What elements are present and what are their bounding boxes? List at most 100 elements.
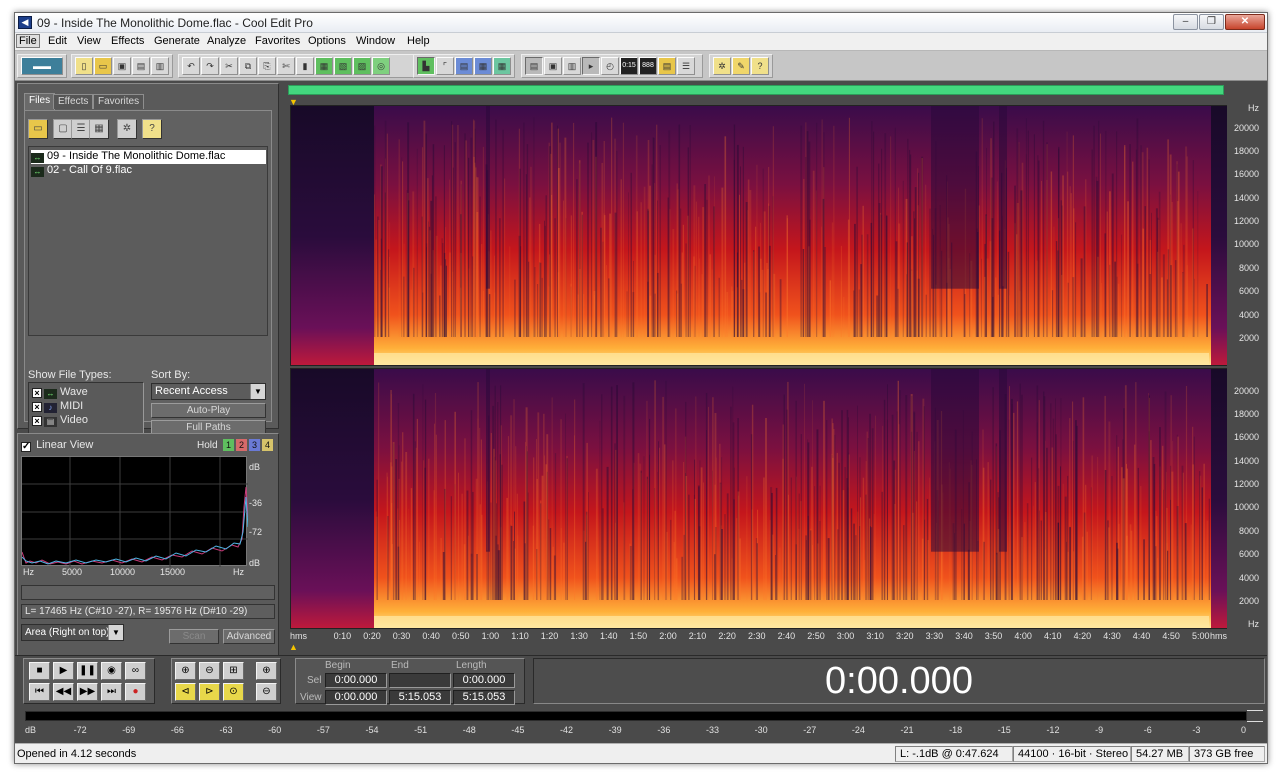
advanced-button[interactable]: Advanced — [223, 629, 275, 644]
zoom-left-icon[interactable]: ⊲ — [175, 683, 196, 701]
linear-view-checkbox[interactable]: ✓ — [21, 442, 31, 452]
mark-icon[interactable]: 888 — [639, 57, 657, 75]
file-item[interactable]: ↔ 09 - Inside The Monolithic Dome.flac — [31, 150, 266, 164]
tab-favorites[interactable]: Favorites — [93, 94, 145, 109]
menu-analyze[interactable]: Analyze — [204, 35, 249, 47]
close-file-icon[interactable]: ▢ — [53, 119, 73, 139]
menu-effects[interactable]: Effects — [108, 35, 147, 47]
time-display-icon[interactable]: ◴ — [601, 57, 619, 75]
video-checkbox[interactable]: × — [32, 416, 42, 426]
effects-icon[interactable]: ✲ — [713, 57, 731, 75]
hold-button-2[interactable]: 2 — [236, 439, 247, 451]
play-to-end-button[interactable]: ◉ — [101, 662, 122, 680]
fast-forward-button[interactable]: ▶▶ — [77, 683, 98, 701]
copy-icon[interactable]: ⧉ — [239, 57, 257, 75]
hold-button-1[interactable]: 1 — [223, 439, 234, 451]
edit-right-icon[interactable]: ▤ — [455, 57, 473, 75]
new-file-icon[interactable]: ▯ — [75, 57, 93, 75]
zoom-full-icon[interactable]: ⊞ — [223, 662, 244, 680]
sel-begin-field[interactable]: 0:00.000 — [325, 673, 387, 688]
spectral-view-icon[interactable]: ▙ — [417, 57, 435, 75]
sync-icon[interactable]: ◎ — [372, 57, 390, 75]
file-item[interactable]: ↔ 02 - Call Of 9.flac — [31, 164, 266, 178]
view-begin-field[interactable]: 0:00.000 — [325, 690, 387, 705]
save-icon[interactable]: ▣ — [113, 57, 131, 75]
edit-file-icon[interactable]: ▦ — [89, 119, 109, 139]
midi-checkbox[interactable]: × — [32, 402, 42, 412]
analysis-scrollbar[interactable] — [21, 585, 275, 600]
save-selection-icon[interactable]: ▥ — [151, 57, 169, 75]
zoom-out-vertical-icon[interactable]: ⊖ — [256, 683, 277, 701]
pause-button[interactable]: ❚❚ — [77, 662, 98, 680]
view-length-field[interactable]: 5:15.053 — [453, 690, 515, 705]
menu-options[interactable]: Options — [305, 35, 349, 47]
menu-file[interactable]: File — [16, 34, 40, 48]
repeat-icon[interactable]: ✂ — [220, 57, 238, 75]
sel-length-field[interactable]: 0:00.000 — [453, 673, 515, 688]
play-list-icon[interactable]: ▣ — [544, 57, 562, 75]
maximize-button[interactable]: ❐ — [1199, 14, 1224, 30]
type-video-row[interactable]: × ▤ Video — [32, 414, 88, 427]
snap-icon[interactable]: ▥ — [563, 57, 581, 75]
edit-both-icon[interactable]: ▦ — [474, 57, 492, 75]
options-icon[interactable]: ✎ — [732, 57, 750, 75]
open-file-icon[interactable]: ▭ — [94, 57, 112, 75]
app-icon[interactable]: ◀ — [18, 16, 32, 29]
undo-icon[interactable]: ↶ — [182, 57, 200, 75]
minimize-button[interactable]: – — [1173, 14, 1198, 30]
zoom-in-vertical-icon[interactable]: ⊕ — [256, 662, 277, 680]
zoom-in-icon[interactable]: ⊕ — [175, 662, 196, 680]
spectral-channel-right[interactable] — [290, 368, 1228, 629]
edit-left-icon[interactable]: ⌜ — [436, 57, 454, 75]
zoom-icon[interactable]: ▸ — [582, 57, 600, 75]
auto-play-button[interactable]: Auto-Play — [151, 403, 266, 418]
stop-button[interactable]: ■ — [29, 662, 50, 680]
redo-icon[interactable]: ↷ — [201, 57, 219, 75]
wave-checkbox[interactable]: × — [32, 388, 42, 398]
tab-files[interactable]: Files — [24, 93, 56, 110]
area-select[interactable]: Area (Right on top) ▼ — [21, 624, 124, 641]
cut-icon[interactable]: ✄ — [277, 57, 295, 75]
menu-help[interactable]: Help — [404, 35, 433, 47]
go-to-start-button[interactable]: ⏮ — [29, 683, 50, 701]
setup-icon[interactable]: ☰ — [677, 57, 695, 75]
multitrack-toggle-icon[interactable]: ▬▬ — [21, 57, 63, 75]
tab-effects[interactable]: Effects — [53, 94, 94, 109]
type-midi-row[interactable]: × ♪ MIDI — [32, 400, 83, 413]
menu-window[interactable]: Window — [353, 35, 398, 47]
rewind-button[interactable]: ◀◀ — [53, 683, 74, 701]
file-settings-icon[interactable]: ✲ — [117, 119, 137, 139]
view-end-field[interactable]: 5:15.053 — [389, 690, 451, 705]
go-to-end-button[interactable]: ⏭ — [101, 683, 122, 701]
menu-generate[interactable]: Generate — [151, 35, 203, 47]
trim-icon[interactable]: ▮ — [296, 57, 314, 75]
menu-favorites[interactable]: Favorites — [252, 35, 303, 47]
loop-button[interactable]: ∞ — [125, 662, 146, 680]
linear-view-toggle[interactable]: ✓ Linear View — [21, 439, 93, 452]
record-button[interactable]: ● — [125, 683, 146, 701]
zoom-right-icon[interactable]: ⊳ — [199, 683, 220, 701]
menu-view[interactable]: View — [74, 35, 104, 47]
scan-button[interactable]: Scan — [169, 629, 219, 644]
help-icon[interactable]: ? — [142, 119, 162, 139]
time-display[interactable]: 0:00.000 — [533, 658, 1265, 704]
time-ruler[interactable]: hms 0:10 0:20 0:30 0:40 0:50 1:00 1:10 1:20 1:30 1… — [290, 629, 1228, 643]
waveform-view-icon[interactable]: ▤ — [658, 57, 676, 75]
sel-end-field[interactable] — [389, 673, 451, 688]
hold-button-3[interactable]: 3 — [249, 439, 260, 451]
frequency-graph[interactable] — [21, 456, 248, 567]
mix-paste-icon[interactable]: ▦ — [315, 57, 333, 75]
invert-icon[interactable]: ▨ — [353, 57, 371, 75]
frequency-icon[interactable]: 0:15 — [620, 57, 638, 75]
cue-list-icon[interactable]: ▤ — [525, 57, 543, 75]
help-icon[interactable]: ? — [751, 57, 769, 75]
close-button[interactable]: ✕ — [1225, 14, 1265, 30]
spectral-channel-left[interactable] — [290, 105, 1228, 366]
play-button[interactable]: ▶ — [53, 662, 74, 680]
paste-icon[interactable]: ⎘ — [258, 57, 276, 75]
sort-by-select[interactable]: Recent Access ▼ — [151, 383, 266, 400]
hold-button-4[interactable]: 4 — [262, 439, 273, 451]
silence-icon[interactable]: ▧ — [334, 57, 352, 75]
overview-bar[interactable] — [288, 85, 1224, 95]
insert-into-multitrack-icon[interactable]: ☰ — [71, 119, 91, 139]
